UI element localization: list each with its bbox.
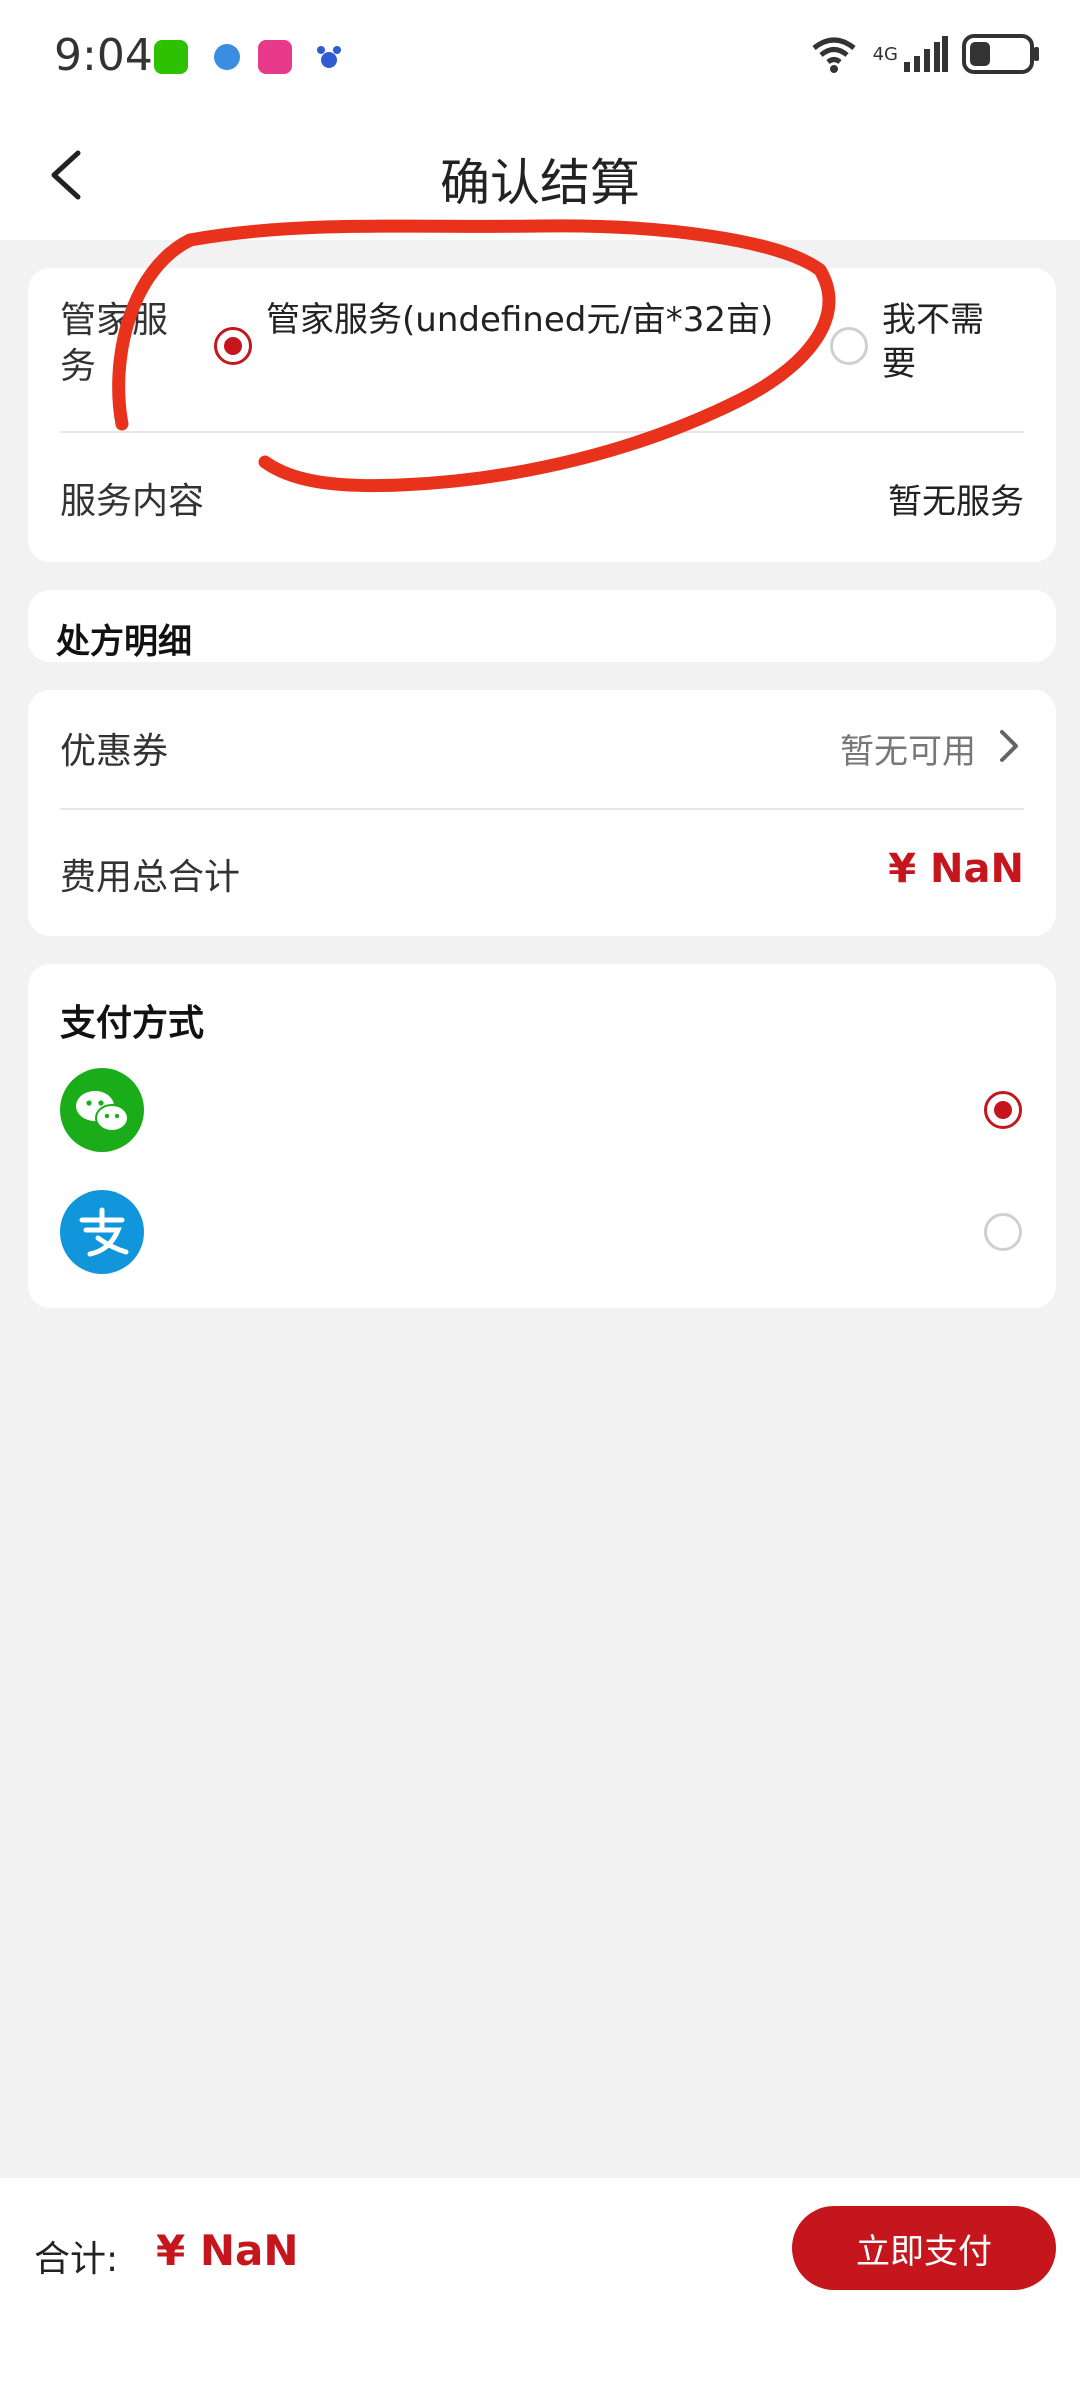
butler-service-card: 管家服务 管家服务(undefined元/亩*32亩) 我不需要 服务内容 暂无… xyxy=(28,268,1056,562)
coupon-value[interactable]: 暂无可用 xyxy=(840,724,976,773)
signal-icon xyxy=(904,36,948,72)
sum-value: ¥ NaN xyxy=(156,2226,299,2275)
total-cost-value: ¥ NaN xyxy=(888,846,1024,892)
wechat-pay-radio[interactable] xyxy=(984,1091,1022,1129)
page-title: 确认结算 xyxy=(440,154,640,212)
wifi-icon xyxy=(812,37,856,73)
status-bar: 9:04 4G xyxy=(0,0,1080,115)
butler-service-label: 管家服务 xyxy=(60,300,169,387)
pay-now-button[interactable]: 立即支付 xyxy=(792,2206,1056,2290)
service-content-label: 服务内容 xyxy=(60,481,205,522)
checkout-bar: 合计: ¥ NaN 立即支付 xyxy=(0,2178,1080,2389)
total-cost-label: 费用总合计 xyxy=(60,857,241,898)
payment-title: 支付方式 xyxy=(60,1003,205,1044)
divider xyxy=(60,431,1024,433)
wechat-pay-icon[interactable] xyxy=(60,1068,144,1152)
status-icons: 4G xyxy=(809,34,1040,74)
sum-label: 合计: xyxy=(34,2239,119,2280)
summary-card: 优惠券 暂无可用 费用总合计 ¥ NaN xyxy=(28,690,1056,936)
status-time: 9:04 xyxy=(54,30,153,81)
alipay-radio[interactable] xyxy=(984,1213,1022,1251)
app-notification-icon xyxy=(258,40,292,74)
no-butler-radio[interactable] xyxy=(830,327,868,365)
battery-icon xyxy=(962,34,1039,74)
coupon-label: 优惠券 xyxy=(60,731,169,772)
alipay-icon[interactable] xyxy=(60,1190,144,1274)
payment-card: 支付方式 xyxy=(28,964,1056,1308)
service-content-value: 暂无服务 xyxy=(888,482,1024,522)
divider xyxy=(60,808,1024,810)
nav-bar: 确认结算 xyxy=(0,115,1080,240)
butler-option-radio[interactable] xyxy=(214,327,252,365)
browser-notification-icon xyxy=(210,40,244,74)
prescription-title: 处方明细 xyxy=(56,622,192,662)
baidu-notification-icon xyxy=(312,40,346,74)
network-type: 4G xyxy=(872,43,898,65)
prescription-card: 处方明细 xyxy=(28,590,1056,662)
butler-option-label[interactable]: 管家服务(undefined元/亩*32亩) xyxy=(266,298,786,342)
wechat-notification-icon xyxy=(154,40,188,74)
no-butler-label[interactable]: 我不需要 xyxy=(882,298,1002,386)
chevron-right-icon[interactable] xyxy=(994,726,1024,766)
